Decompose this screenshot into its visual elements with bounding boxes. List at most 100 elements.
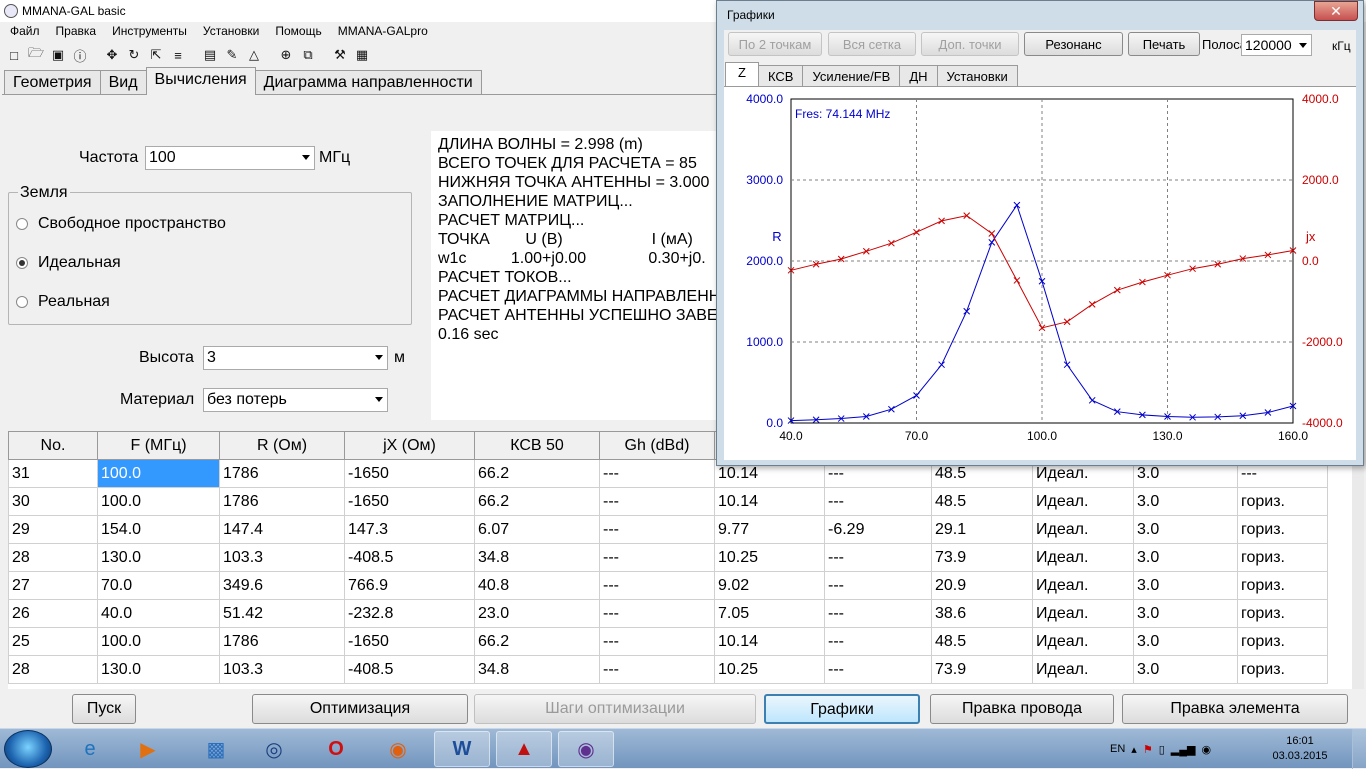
tab-settings[interactable]: Установки <box>936 65 1018 86</box>
windows-start-button[interactable] <box>4 730 52 768</box>
column-header[interactable]: R (Ом) <box>219 431 345 460</box>
material-combo[interactable]: без потерь <box>203 388 388 412</box>
tab-pattern[interactable]: Диаграмма направленности <box>254 70 482 94</box>
table-cell[interactable]: Идеал. <box>1032 543 1134 572</box>
table-cell[interactable]: 30 <box>8 487 98 516</box>
table-cell[interactable]: --- <box>599 655 715 684</box>
band-combo[interactable]: 120000 <box>1241 34 1312 56</box>
table-cell[interactable]: гориз. <box>1237 515 1328 544</box>
table-cell[interactable]: Идеал. <box>1032 487 1134 516</box>
open-folder-icon[interactable]: 🗁 <box>26 45 46 65</box>
triangle-icon[interactable]: △ <box>244 45 264 65</box>
table-cell[interactable]: 349.6 <box>219 571 345 600</box>
column-header[interactable]: КСВ 50 <box>474 431 600 460</box>
battery-icon[interactable]: ▯ <box>1159 743 1165 756</box>
tab-calculation[interactable]: Вычисления <box>145 67 256 95</box>
table-row[interactable]: 27 70.0 349.6 766.9 40.8 --- 9.02 --- 20.9 Идеал.… <box>8 571 1328 600</box>
table-cell[interactable]: 66.2 <box>474 487 600 516</box>
firefox-icon[interactable]: ◉ <box>370 731 426 767</box>
table-cell[interactable]: гориз. <box>1237 487 1328 516</box>
table-row[interactable]: 28 130.0 103.3 -408.5 34.8 --- 10.25 --- 73.9 Иде… <box>8 655 1328 684</box>
table-cell[interactable]: 20.9 <box>931 571 1033 600</box>
table-cell[interactable]: 103.3 <box>219 655 345 684</box>
table-cell[interactable]: --- <box>824 655 932 684</box>
opera-icon[interactable]: O <box>308 731 364 767</box>
mmana-icon[interactable]: ◉ <box>558 731 614 767</box>
table-cell[interactable]: 34.8 <box>474 543 600 572</box>
table-cell[interactable]: 3.0 <box>1133 515 1238 544</box>
extra-points-button[interactable]: Доп. точки <box>921 32 1019 56</box>
table-cell[interactable]: 3.0 <box>1133 627 1238 656</box>
rotate-icon[interactable]: ↻ <box>124 45 144 65</box>
table-cell[interactable]: --- <box>599 599 715 628</box>
tab-gain-fb[interactable]: Усиление/FB <box>802 65 901 86</box>
table-row[interactable]: 26 40.0 51.42 -232.8 23.0 --- 7.05 --- 38.6 Идеал… <box>8 599 1328 628</box>
frequency-combo[interactable]: 100 <box>145 146 315 170</box>
table-cell[interactable]: --- <box>599 571 715 600</box>
column-header[interactable]: F (МГц) <box>97 431 220 460</box>
network-drive-icon[interactable]: ▩ <box>188 731 244 767</box>
signal-icon[interactable]: ▂▄▆ <box>1171 743 1196 756</box>
table-cell[interactable]: -1650 <box>344 459 475 488</box>
table-cell[interactable]: --- <box>599 459 715 488</box>
table-cell[interactable]: 1786 <box>219 627 345 656</box>
two-points-button[interactable]: По 2 точкам <box>728 32 822 56</box>
column-header[interactable]: jX (Ом) <box>344 431 475 460</box>
clock[interactable]: 16:01 03.03.2015 <box>1270 734 1330 764</box>
table-cell[interactable]: --- <box>599 487 715 516</box>
table-cell[interactable]: Идеал. <box>1032 627 1134 656</box>
tab-pattern[interactable]: ДН <box>899 65 938 86</box>
table-cell[interactable]: 3.0 <box>1133 571 1238 600</box>
show-desktop-button[interactable] <box>1352 729 1366 769</box>
tools-icon[interactable]: ⚒ <box>330 45 350 65</box>
table-cell[interactable]: --- <box>824 627 932 656</box>
table-cell[interactable]: 38.6 <box>931 599 1033 628</box>
table-cell[interactable]: 23.0 <box>474 599 600 628</box>
table-cell[interactable]: гориз. <box>1237 627 1328 656</box>
menu-edit[interactable]: Правка <box>46 22 103 40</box>
menu-file[interactable]: Файл <box>0 22 46 40</box>
new-file-icon[interactable]: □ <box>4 45 24 65</box>
table-cell[interactable]: --- <box>824 599 932 628</box>
info-icon[interactable]: ⓘ <box>70 45 90 65</box>
ground-real-radio[interactable]: Реальная <box>16 293 110 311</box>
menu-pro[interactable]: MMANA-GALpro <box>328 22 434 40</box>
calculator-icon[interactable]: ▦ <box>352 45 372 65</box>
table-cell[interactable]: 48.5 <box>931 487 1033 516</box>
table-cell[interactable]: -408.5 <box>344 655 475 684</box>
table-cell[interactable]: 27 <box>8 571 98 600</box>
table-cell[interactable]: 66.2 <box>474 459 600 488</box>
column-header[interactable]: No. <box>8 431 98 460</box>
flag-icon[interactable]: ⚑ <box>1143 743 1153 756</box>
table-cell[interactable]: 34.8 <box>474 655 600 684</box>
tab-swr[interactable]: КСВ <box>757 65 804 86</box>
table-cell[interactable]: гориз. <box>1237 543 1328 572</box>
table-cell[interactable]: гориз. <box>1237 571 1328 600</box>
table-cell[interactable]: 154.0 <box>97 515 220 544</box>
table-cell[interactable]: 51.42 <box>219 599 345 628</box>
table-cell[interactable]: Идеал. <box>1032 655 1134 684</box>
table-cell[interactable]: 29.1 <box>931 515 1033 544</box>
table-cell[interactable]: 10.14 <box>714 627 825 656</box>
word-icon[interactable]: W <box>434 731 490 767</box>
table-cell[interactable]: 100.0 <box>97 459 220 488</box>
acrobat-icon[interactable]: ▲ <box>496 731 552 767</box>
optimization-steps-button[interactable]: Шаги оптимизации <box>474 694 756 724</box>
table-cell[interactable]: 147.3 <box>344 515 475 544</box>
table-cell[interactable]: 3.0 <box>1133 487 1238 516</box>
table-cell[interactable]: 40.0 <box>97 599 220 628</box>
table-cell[interactable]: --- <box>599 543 715 572</box>
table-cell[interactable]: -6.29 <box>824 515 932 544</box>
table-cell[interactable]: 3.0 <box>1133 543 1238 572</box>
menu-tools[interactable]: Инструменты <box>102 22 193 40</box>
table-cell[interactable]: 147.4 <box>219 515 345 544</box>
ground-free-space-radio[interactable]: Свободное пространство <box>16 215 226 233</box>
media-player-icon[interactable]: ▶ <box>120 731 176 767</box>
table-row[interactable]: 29 154.0 147.4 147.3 6.07 --- 9.77 -6.29 29.1 Иде… <box>8 515 1328 544</box>
table-row[interactable]: 30 100.0 1786 -1650 66.2 --- 10.14 --- 48.5 Идеал… <box>8 487 1328 516</box>
table-cell[interactable]: 100.0 <box>97 627 220 656</box>
table-row[interactable]: 25 100.0 1786 -1650 66.2 --- 10.14 --- 48.5 Идеал… <box>8 627 1328 656</box>
table-cell[interactable]: 103.3 <box>219 543 345 572</box>
table-cell[interactable]: -408.5 <box>344 543 475 572</box>
table-cell[interactable]: 1786 <box>219 487 345 516</box>
